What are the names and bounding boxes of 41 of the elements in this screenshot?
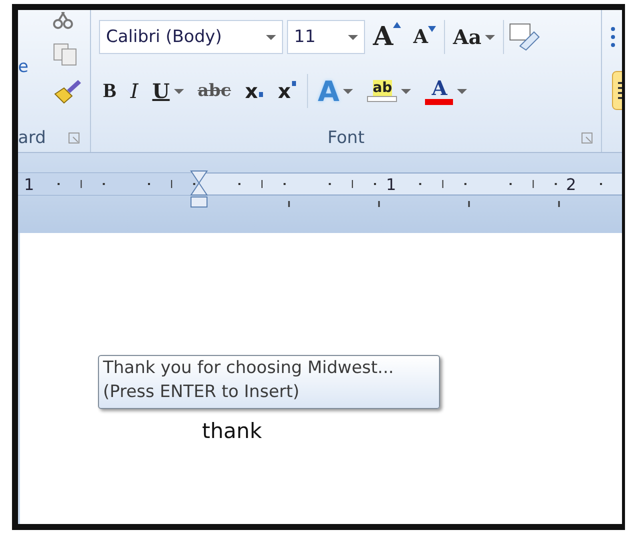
indent-marker[interactable]: [190, 170, 208, 208]
caret-icon: [485, 34, 496, 40]
caret-icon: [266, 34, 276, 40]
font-color-button[interactable]: A: [421, 74, 472, 108]
caret-icon: [348, 34, 358, 40]
grow-font-button[interactable]: A: [369, 20, 406, 54]
caret-icon: [343, 88, 354, 94]
clear-formatting-icon[interactable]: [508, 22, 540, 52]
superscript-button[interactable]: x: [274, 74, 301, 108]
highlight-button[interactable]: ab: [363, 74, 416, 108]
paintbrush-icon: [52, 78, 82, 104]
group-label: Font: [327, 128, 364, 148]
color-bar-icon: [425, 99, 454, 105]
subscript-button[interactable]: x: [240, 74, 268, 108]
cut-icon: [52, 12, 74, 30]
shrink-font-button[interactable]: A: [409, 20, 440, 54]
ruler-number: 2: [566, 175, 576, 194]
change-case-button[interactable]: Aa: [448, 20, 500, 54]
up-triangle-icon: [393, 22, 402, 28]
copy-icon: [52, 42, 78, 66]
color-bar-icon: [367, 96, 398, 102]
down-triangle-icon: [428, 26, 436, 32]
hint-text: (Press ENTER to Insert): [103, 382, 300, 402]
bold-button[interactable]: B: [99, 74, 120, 108]
font-name-field[interactable]: Calibri (Body): [99, 20, 283, 54]
paste-label: e: [18, 57, 28, 77]
caret-icon: [457, 88, 468, 94]
caret-icon: [401, 88, 412, 94]
autocomplete-tooltip[interactable]: Thank you for choosing Midwest... (Press ENTER to Insert): [98, 355, 440, 409]
group-label: ard: [18, 128, 46, 148]
suggestion-text: Thank you for choosing Midwest...: [103, 358, 395, 378]
dialog-launcher-icon[interactable]: [68, 132, 80, 144]
font-size-field[interactable]: 11: [287, 20, 365, 54]
underline-button[interactable]: U: [148, 74, 188, 108]
caret-icon: [174, 88, 184, 94]
dialog-launcher-icon[interactable]: [581, 132, 593, 144]
strikethrough-button[interactable]: abc: [194, 74, 235, 108]
typed-text: thank: [202, 419, 262, 443]
italic-button[interactable]: I: [126, 74, 142, 108]
ruler-number: 1: [24, 175, 34, 194]
ruler-number: 1: [386, 175, 396, 194]
